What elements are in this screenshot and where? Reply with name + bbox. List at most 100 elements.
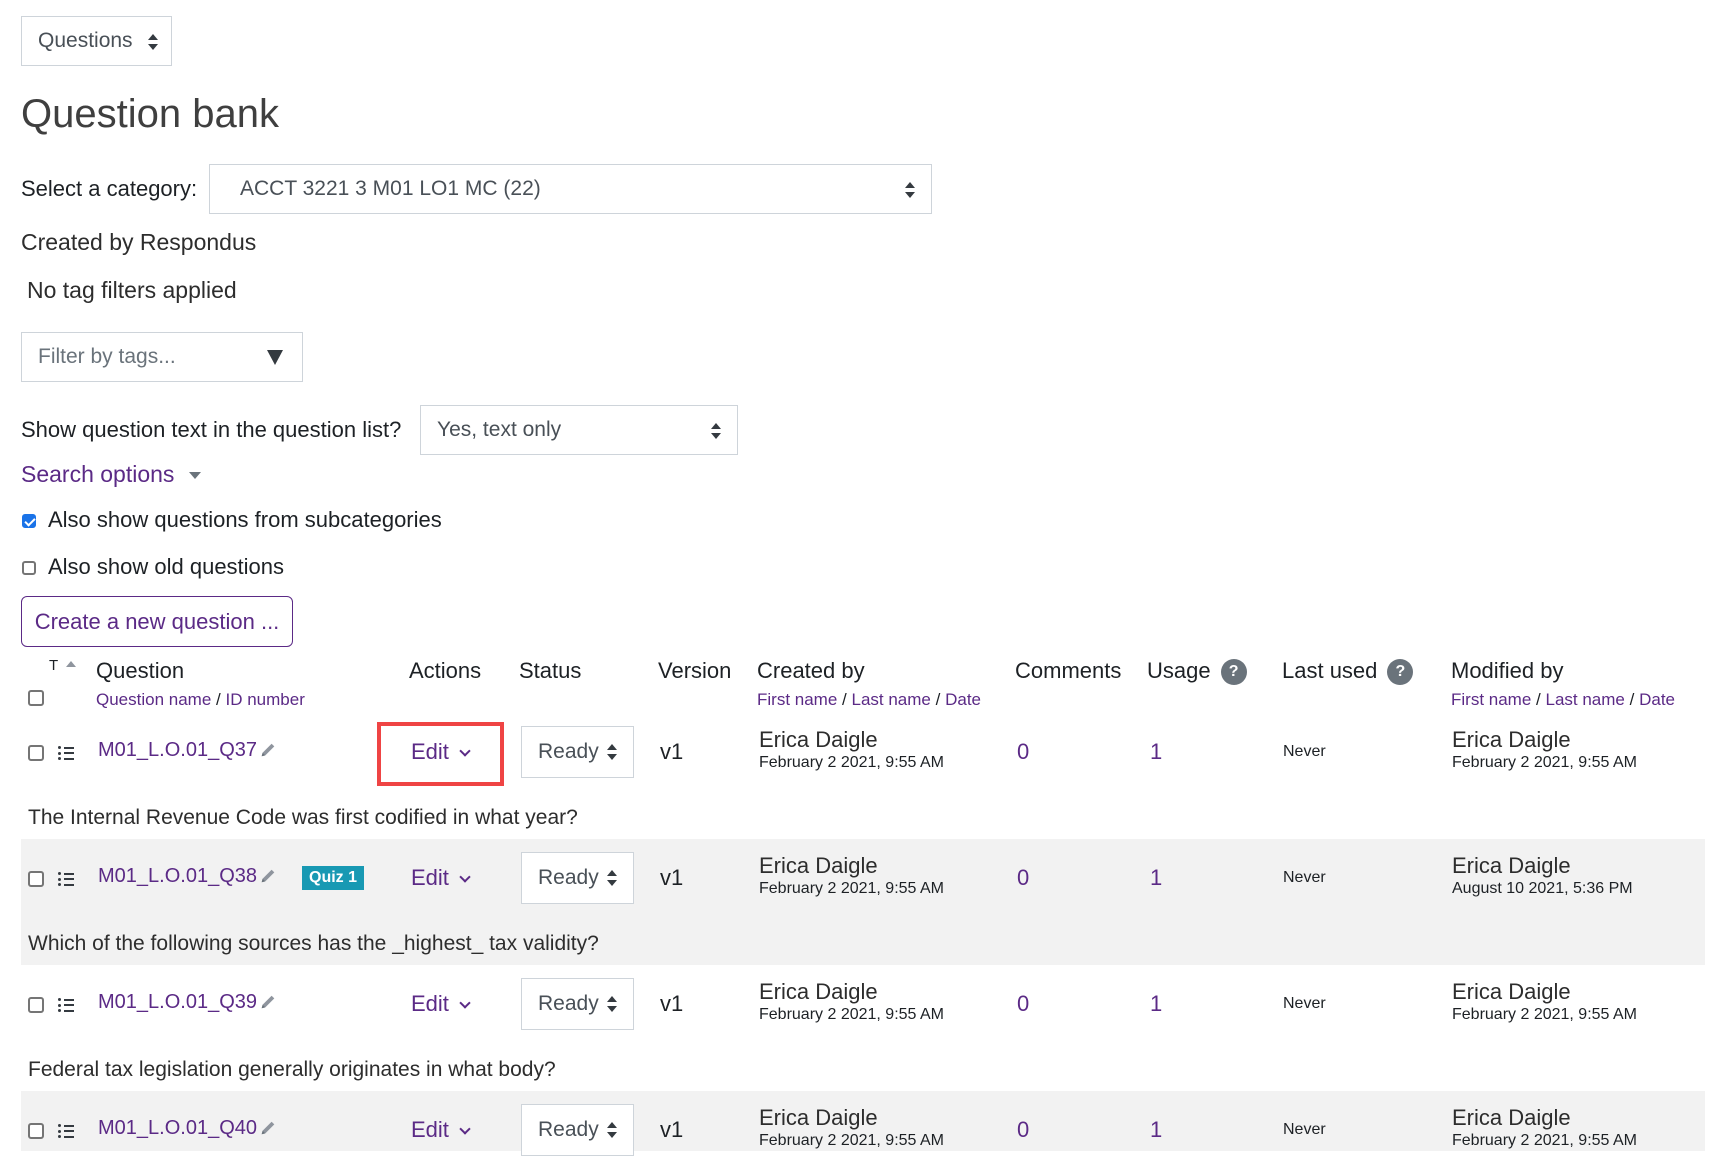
status-select[interactable]: Ready: [521, 726, 634, 778]
pencil-icon[interactable]: [259, 741, 277, 759]
created-by-cell: Erica Daigle February 2 2021, 9:55 AM: [759, 728, 944, 774]
subcategories-checkbox[interactable]: [22, 514, 36, 528]
sort-modified-first[interactable]: First name: [1451, 690, 1531, 709]
updown-icon: [148, 34, 158, 50]
category-info: Created by Respondus: [21, 229, 257, 255]
updown-icon: [607, 1122, 617, 1138]
sort-asc-icon: [66, 661, 77, 667]
updown-icon: [607, 744, 617, 760]
question-text: Federal tax legislation generally origin…: [28, 1058, 556, 1081]
version-value: v1: [660, 1117, 684, 1142]
category-value: ACCT 3221 3 M01 LO1 MC (22): [240, 177, 541, 200]
chevron-down-icon: [459, 997, 471, 1009]
sort-id-number[interactable]: ID number: [226, 690, 305, 709]
nav-select[interactable]: Questions: [21, 16, 172, 66]
version-header: Version: [658, 658, 732, 683]
usage-link[interactable]: 1: [1150, 991, 1162, 1017]
tag-filter-input[interactable]: Filter by tags...: [21, 332, 303, 382]
updown-icon: [711, 423, 721, 439]
updown-icon: [607, 870, 617, 886]
updown-icon: [607, 996, 617, 1012]
version-value: v1: [660, 991, 684, 1016]
created-by-name: Erica Daigle: [759, 1105, 878, 1130]
pencil-icon[interactable]: [259, 867, 277, 885]
modified-date: February 2 2021, 9:55 AM: [1452, 1132, 1637, 1149]
type-header-label: T: [49, 657, 58, 674]
old-questions-checkbox[interactable]: [22, 561, 36, 575]
drag-handle-icon[interactable]: [58, 998, 74, 1012]
question-subheader: Question name / ID number: [96, 690, 305, 710]
comments-link[interactable]: 0: [1017, 1117, 1029, 1143]
comments-link[interactable]: 0: [1017, 991, 1029, 1017]
comments-link[interactable]: 0: [1017, 865, 1029, 891]
sort-modified-date[interactable]: Date: [1639, 690, 1675, 709]
status-select[interactable]: Ready: [521, 852, 634, 904]
row-checkbox[interactable]: [28, 745, 44, 761]
question-text: The Internal Revenue Code was first codi…: [28, 806, 578, 829]
last-used-header-label: Last used: [1282, 658, 1378, 683]
separator: /: [1629, 690, 1635, 709]
dropdown-triangle-icon[interactable]: [267, 350, 283, 365]
modified-by-cell: Erica Daigle August 10 2021, 5:36 PM: [1452, 854, 1633, 900]
separator: /: [216, 690, 221, 709]
modified-by-name: Erica Daigle: [1452, 979, 1571, 1004]
edit-label: Edit: [411, 1117, 449, 1142]
sort-modified-last[interactable]: Last name: [1546, 690, 1625, 709]
search-options-label: Search options: [21, 461, 175, 487]
usage-link[interactable]: 1: [1150, 739, 1162, 765]
created-date: February 2 2021, 9:55 AM: [759, 1132, 944, 1149]
select-all-checkbox[interactable]: [28, 690, 44, 706]
question-text: Which of the following sources has the _…: [28, 932, 599, 955]
sort-created-date[interactable]: Date: [945, 690, 981, 709]
status-select[interactable]: Ready: [521, 978, 634, 1030]
status-header: Status: [519, 658, 582, 683]
edit-menu-button[interactable]: Edit: [411, 865, 471, 891]
quiz-usage-badge: Quiz 1: [302, 866, 365, 890]
question-name-link[interactable]: M01_L.O.01_Q39: [98, 991, 257, 1014]
help-icon[interactable]: ?: [1387, 659, 1414, 686]
search-options-toggle[interactable]: Search options: [21, 461, 201, 488]
modified-by-header: Modified by: [1451, 658, 1564, 683]
help-icon[interactable]: ?: [1220, 659, 1247, 686]
category-label: Select a category:: [21, 176, 198, 201]
usage-link[interactable]: 1: [1150, 1117, 1162, 1143]
tag-filter-placeholder: Filter by tags...: [38, 345, 176, 368]
sort-created-last[interactable]: Last name: [852, 690, 931, 709]
sort-created-first[interactable]: First name: [757, 690, 837, 709]
edit-menu-button[interactable]: Edit: [411, 1117, 471, 1143]
row-checkbox[interactable]: [28, 871, 44, 887]
show-text-select[interactable]: Yes, text only: [420, 405, 738, 455]
created-date: February 2 2021, 9:55 AM: [759, 880, 944, 897]
sort-question-name[interactable]: Question name: [96, 690, 211, 709]
last-used-header: Last used?: [1282, 658, 1414, 686]
question-name-link[interactable]: M01_L.O.01_Q37: [98, 739, 257, 762]
last-used-value: Never: [1283, 743, 1326, 760]
subcategories-label: Also show questions from subcategories: [48, 507, 442, 532]
create-question-button[interactable]: Create a new question ...: [21, 596, 293, 647]
drag-handle-icon[interactable]: [58, 872, 74, 886]
drag-handle-icon[interactable]: [58, 1124, 74, 1138]
question-name-link[interactable]: M01_L.O.01_Q38: [98, 865, 257, 888]
separator: /: [842, 690, 847, 709]
edit-menu-button[interactable]: Edit: [411, 991, 471, 1017]
row-checkbox[interactable]: [28, 997, 44, 1013]
drag-handle-icon[interactable]: [58, 746, 74, 760]
status-select[interactable]: Ready: [521, 1104, 634, 1156]
status-value: Ready: [538, 992, 599, 1015]
modified-by-name: Erica Daigle: [1452, 1105, 1571, 1130]
created-by-name: Erica Daigle: [759, 853, 878, 878]
sort-type-header[interactable]: T: [49, 657, 77, 674]
row-checkbox[interactable]: [28, 1123, 44, 1139]
category-select[interactable]: ACCT 3221 3 M01 LO1 MC (22): [209, 164, 932, 214]
usage-link[interactable]: 1: [1150, 865, 1162, 891]
version-value: v1: [660, 739, 684, 764]
pencil-icon[interactable]: [259, 1119, 277, 1137]
pencil-icon[interactable]: [259, 993, 277, 1011]
status-value: Ready: [538, 740, 599, 763]
last-used-value: Never: [1283, 1121, 1326, 1138]
version-value: v1: [660, 865, 684, 890]
page-title: Question bank: [21, 92, 279, 136]
status-value: Ready: [538, 866, 599, 889]
comments-link[interactable]: 0: [1017, 739, 1029, 765]
modified-date: February 2 2021, 9:55 AM: [1452, 754, 1637, 771]
